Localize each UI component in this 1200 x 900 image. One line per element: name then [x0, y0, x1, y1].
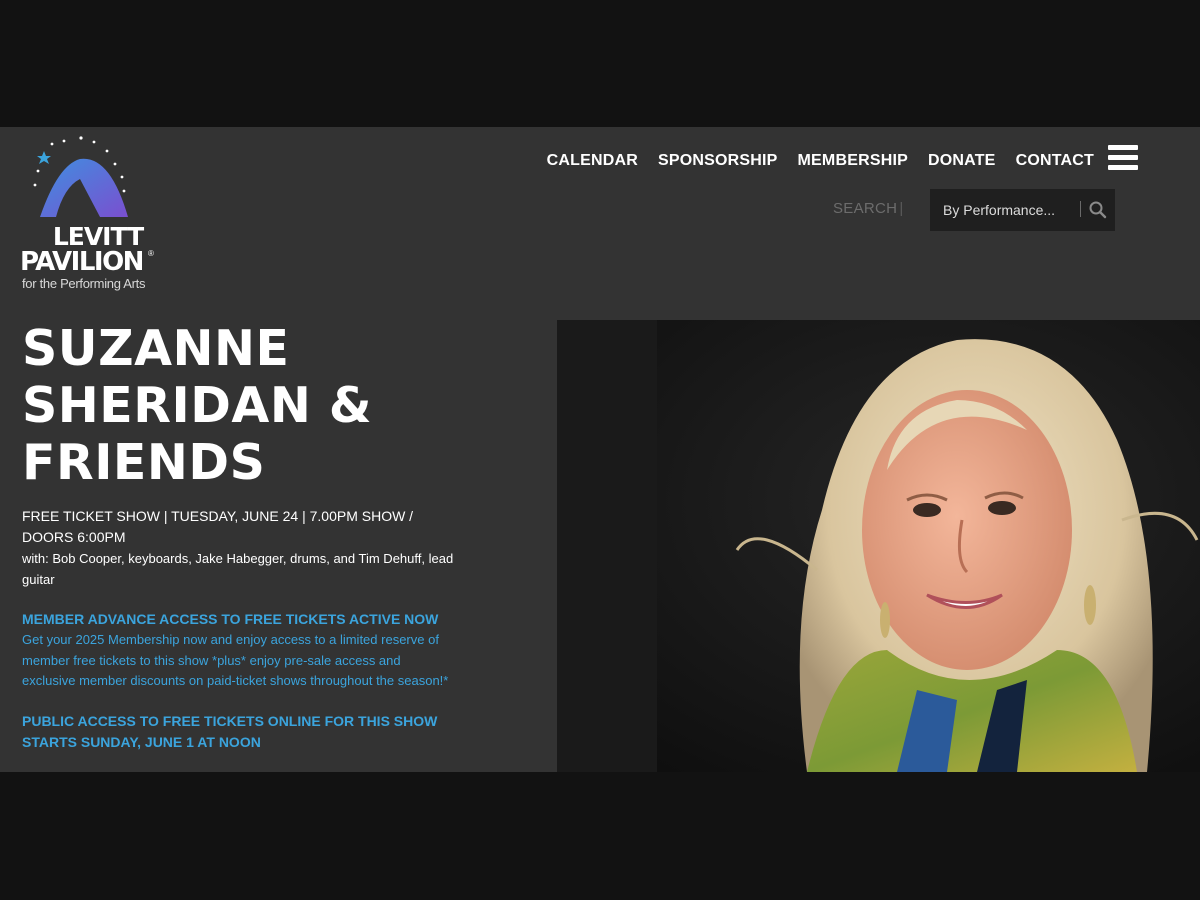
nav-membership[interactable]: MEMBERSHIP: [798, 152, 908, 170]
search-divider: [1080, 201, 1081, 217]
event-info-panel: SUZANNE SHERIDAN & FRIENDS FREE TICKET S…: [0, 320, 557, 772]
nav-contact[interactable]: CONTACT: [1016, 152, 1094, 170]
logo-registered-mark: ®: [148, 249, 154, 258]
main-nav: CALENDAR SPONSORSHIP MEMBERSHIP DONATE C…: [547, 152, 1094, 170]
logo-text-pavilion: PAVILION: [20, 247, 144, 277]
artist-portrait-image: [557, 320, 1200, 772]
search-box: [930, 189, 1115, 231]
event-title-line: SHERIDAN &: [22, 377, 373, 434]
logo-text-levitt: LEVITT: [52, 222, 144, 251]
search-label-text: SEARCH: [833, 200, 898, 217]
levitt-pavilion-logo[interactable]: LEVITT PAVILION ® for the Performing Art…: [18, 135, 168, 291]
hamburger-icon[interactable]: [1108, 145, 1138, 171]
letterbox-top: [0, 0, 1200, 127]
event-title: SUZANNE SHERIDAN & FRIENDS: [22, 320, 462, 491]
search-input[interactable]: [930, 189, 1078, 231]
search-label-separator: |: [899, 200, 904, 217]
nav-sponsorship[interactable]: SPONSORSHIP: [658, 152, 778, 170]
nav-donate[interactable]: DONATE: [928, 152, 996, 170]
event-title-line: SUZANNE: [22, 320, 290, 377]
event-title-line: FRIENDS: [22, 434, 266, 491]
search-icon[interactable]: [1088, 200, 1108, 220]
public-access-heading: PUBLIC ACCESS TO FREE TICKETS ONLINE FOR…: [22, 713, 438, 750]
search-label: SEARCH |: [833, 200, 904, 217]
letterbox-bottom: [0, 772, 1200, 900]
logo-dome-graphic: [33, 136, 128, 217]
member-access-text[interactable]: Get your 2025 Membership now and enjoy a…: [22, 630, 452, 692]
event-lineup: with: Bob Cooper, keyboards, Jake Habegg…: [22, 551, 454, 587]
artist-photo: [557, 320, 1200, 772]
website-page: LEVITT PAVILION ® for the Performing Art…: [0, 127, 1200, 772]
logo-tagline: for the Performing Arts: [22, 276, 146, 291]
nav-calendar[interactable]: CALENDAR: [547, 152, 638, 170]
event-details: FREE TICKET SHOW | TUESDAY, JUNE 24 | 7.…: [22, 508, 414, 545]
member-access-heading[interactable]: MEMBER ADVANCE ACCESS TO FREE TICKETS AC…: [22, 609, 482, 630]
